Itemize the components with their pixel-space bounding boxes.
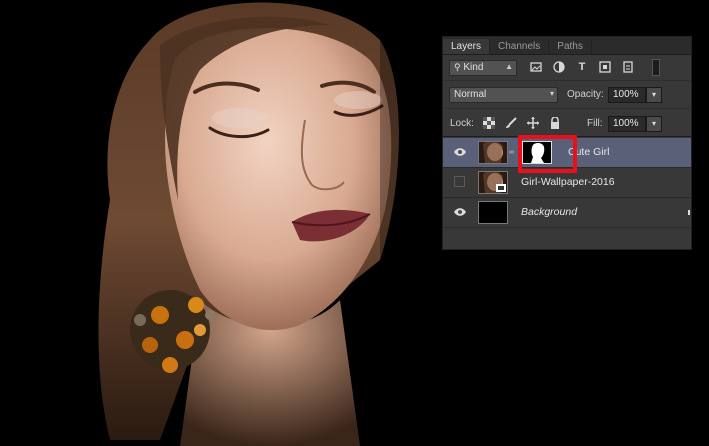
opacity-label: Opacity: <box>567 89 604 100</box>
lock-icon[interactable] <box>549 116 561 129</box>
eye-icon[interactable] <box>454 146 466 158</box>
blend-mode-select[interactable]: Normal ▾ <box>449 87 558 103</box>
lock-row: Lock: Fill: 100% ▾ <box>443 110 691 137</box>
updown-arrow-icon: ▲ <box>505 62 513 71</box>
panel-tabs: Layers Channels Paths <box>443 37 691 55</box>
tab-paths[interactable]: Paths <box>549 39 592 54</box>
layer-thumbnail[interactable] <box>478 171 508 194</box>
type-filter-icon[interactable]: T <box>576 61 588 73</box>
blend-mode-value: Normal <box>454 89 487 100</box>
layer-name[interactable]: Girl-Wallpaper-2016 <box>521 176 615 188</box>
fill-input[interactable]: 100% <box>608 116 646 132</box>
layer-row-background[interactable]: Background <box>443 198 691 228</box>
tab-layers[interactable]: Layers <box>443 39 491 54</box>
tab-channels[interactable]: Channels <box>490 39 550 54</box>
layer-name[interactable]: Background <box>521 206 577 218</box>
adjustment-filter-icon[interactable] <box>553 61 565 73</box>
move-icon[interactable] <box>527 117 539 129</box>
search-icon: ⚲ <box>454 62 461 72</box>
opacity-input[interactable]: 100% <box>608 87 646 103</box>
filter-toggle[interactable] <box>652 59 660 76</box>
mask-highlight-box <box>518 135 577 173</box>
smart-object-filter-icon[interactable] <box>622 61 634 73</box>
blend-row: Normal ▾ Opacity: 100% ▾ <box>443 82 691 109</box>
layer-thumbnail[interactable] <box>478 141 508 164</box>
visibility-toggle[interactable] <box>454 176 465 187</box>
lock-label: Lock: <box>450 118 474 129</box>
lock-transparency-icon[interactable] <box>483 117 495 129</box>
shape-filter-icon[interactable] <box>599 61 611 73</box>
eye-icon[interactable] <box>454 206 466 218</box>
opacity-dropdown-button[interactable]: ▾ <box>646 87 662 103</box>
image-filter-icon[interactable] <box>530 61 542 73</box>
kind-filter-select[interactable]: ⚲ Kind ▲ <box>449 60 517 76</box>
chevron-down-icon: ▾ <box>549 89 554 98</box>
kind-label: Kind <box>463 62 484 73</box>
fill-label: Fill: <box>587 118 603 129</box>
layer-thumbnail[interactable] <box>478 201 508 224</box>
brush-icon[interactable] <box>505 117 517 129</box>
link-icon[interactable]: ∞ <box>509 149 514 156</box>
fill-dropdown-button[interactable]: ▾ <box>646 116 662 132</box>
filter-row: ⚲ Kind ▲ T <box>443 56 691 81</box>
lock-indicator <box>688 210 690 215</box>
